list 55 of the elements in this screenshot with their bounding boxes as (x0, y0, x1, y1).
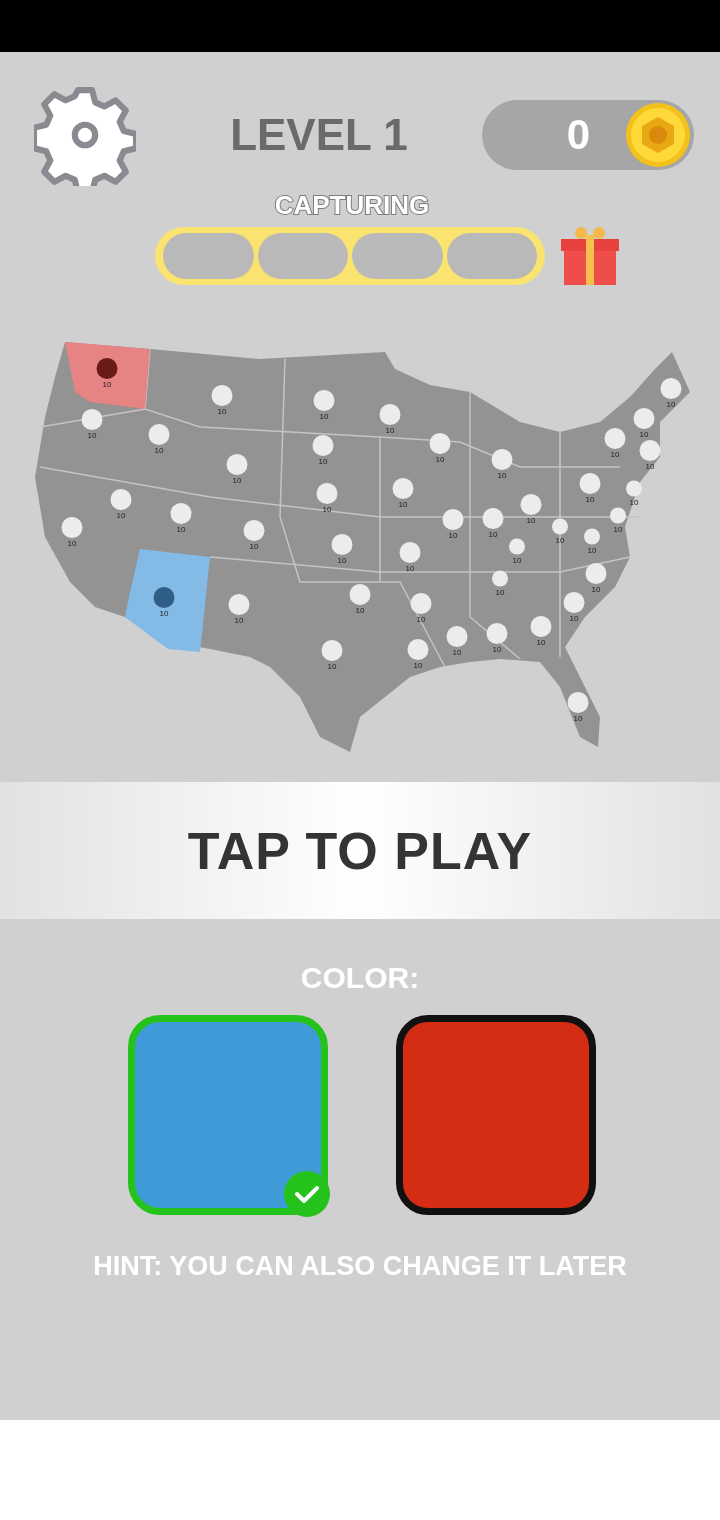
troop-count: 10 (234, 616, 244, 626)
troop-count: 10 (217, 407, 227, 417)
gift-icon[interactable] (559, 225, 621, 287)
troop-count: 10 (645, 462, 655, 472)
troop-count: 10 (405, 564, 415, 574)
troop-count: 10 (452, 648, 462, 658)
troop-count: 10 (591, 585, 601, 595)
troop-count: 10 (585, 495, 595, 505)
troop-count: 10 (666, 400, 676, 410)
tap-to-play-banner[interactable]: TAP TO PLAY (0, 782, 720, 919)
troop-count: 10 (116, 511, 126, 521)
troop-count: 10 (413, 661, 423, 671)
color-swatch[interactable] (396, 1015, 596, 1215)
troop-count: 10 (587, 545, 597, 556)
capture-label: CAPTURING (274, 190, 430, 221)
check-icon (283, 1170, 331, 1218)
troop-count: 10 (154, 446, 164, 456)
troop-count: 10 (176, 525, 186, 535)
troop-count: 10 (319, 412, 329, 422)
troop-count: 10 (435, 455, 445, 465)
coin-counter: 0 (482, 100, 694, 170)
troop-count: 10 (398, 500, 408, 510)
troop-count: 10 (67, 539, 77, 549)
troop-count: 10 (232, 476, 242, 486)
troop-count: 10 (159, 609, 169, 619)
troop-count: 10 (610, 450, 620, 460)
play-prompt: TAP TO PLAY (187, 820, 533, 881)
troop-count: 10 (102, 380, 112, 390)
troop-count: 10 (416, 615, 426, 625)
troop-count: 10 (488, 530, 498, 540)
troop-count: 10 (249, 542, 259, 552)
troop-count: 10 (613, 524, 623, 535)
troop-count: 10 (526, 516, 536, 526)
troop-count: 10 (492, 645, 502, 655)
troop-count: 10 (327, 662, 337, 672)
troop-count: 10 (322, 505, 332, 515)
troop-count: 10 (497, 471, 507, 481)
troop-count: 10 (629, 497, 639, 508)
coin-icon (624, 101, 692, 169)
troop-count: 10 (87, 431, 97, 441)
troop-count: 10 (385, 426, 395, 436)
settings-icon[interactable] (34, 84, 136, 186)
troop-count: 10 (639, 430, 649, 440)
troop-count: 10 (573, 714, 583, 724)
troop-count: 10 (512, 555, 522, 566)
troop-count: 10 (355, 606, 365, 616)
troop-count: 10 (536, 638, 546, 648)
troop-count: 10 (495, 587, 505, 598)
troop-count: 10 (448, 531, 458, 541)
troop-count: 10 (337, 556, 347, 566)
color-swatch[interactable] (128, 1015, 328, 1215)
level-title: LEVEL 1 (229, 110, 409, 160)
troop-count: 10 (555, 535, 565, 546)
troop-count: 10 (569, 614, 579, 624)
troop-count: 10 (318, 457, 328, 467)
